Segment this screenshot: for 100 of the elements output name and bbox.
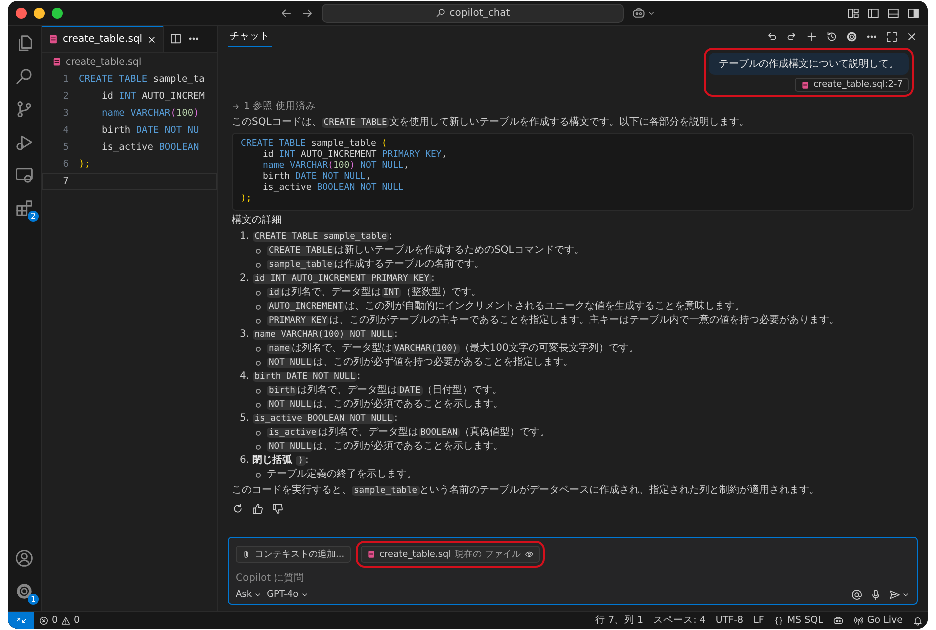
language-mode[interactable]: MS SQL [769, 612, 828, 629]
bullet-icon [256, 263, 261, 268]
chat-tab[interactable]: チャット [228, 27, 272, 47]
microphone-icon[interactable] [870, 589, 882, 601]
forward-arrow-icon[interactable] [301, 6, 314, 20]
line-ending-setting[interactable]: LF [748, 612, 770, 629]
remote-icon [16, 615, 26, 626]
list-item-text: NOT NULL は、この列が必ず値を持つ必要があることを指定します。 [267, 356, 574, 370]
list-item-heading: 2. id INT AUTO_INCREMENT PRIMARY KEY : [240, 272, 436, 286]
count-badge: 2 [28, 211, 39, 222]
command-search-field[interactable]: copilot_chat [322, 4, 624, 22]
copilot-icon [833, 615, 844, 626]
bullet-icon [256, 389, 261, 394]
bullet-icon [256, 473, 261, 478]
extensions-icon[interactable] [15, 199, 34, 218]
cursor-position[interactable]: 行 7、列 1 [590, 612, 649, 629]
list-item-text: NOT NULL は、この列が必須であることを示します。 [267, 398, 504, 412]
response-paragraph: このコードを実行すると、 sample_table という名前のテーブルがデータベースに作成され、指定された列と制約が適用されます。 [232, 484, 821, 498]
list-item-text: PRIMARY KEY は、この列がテーブルの主キーであることを指定します。主キーはテーブル内で一意の値を持つ必要があります。 [267, 314, 840, 328]
chevron-right-icon [232, 102, 240, 110]
go-live-button[interactable]: Go Live [849, 612, 908, 629]
file-icon [48, 34, 59, 45]
list-item-text: CREATE TABLE は新しいテーブルを作成するためのSQLコマンドです。 [267, 244, 584, 258]
close-window-button[interactable] [16, 8, 27, 18]
layout-icon[interactable] [847, 6, 860, 20]
chevron-down-icon[interactable] [902, 591, 910, 599]
bullet-icon [256, 305, 261, 310]
code-line: ); [79, 159, 90, 170]
send-icon[interactable] [889, 589, 901, 601]
code-line: id INT AUTO_INCREM [101, 91, 205, 102]
source-control-icon[interactable] [15, 100, 34, 119]
bullet-icon [256, 319, 261, 324]
code-line: is_active BOOLEAN NOT NULL [262, 183, 405, 194]
bullet-icon [256, 403, 261, 408]
undo-icon[interactable] [766, 31, 778, 43]
close-icon[interactable] [906, 31, 918, 43]
zoom-window-button[interactable] [52, 8, 63, 18]
bullet-icon [256, 249, 261, 254]
list-item-heading: 1. CREATE TABLE sample_table : [240, 230, 394, 244]
model-dropdown[interactable]: GPT-4o [267, 590, 309, 600]
code-line: birth DATE NOT NU [101, 125, 200, 136]
encoding-setting[interactable]: UTF-8 [710, 612, 749, 629]
line-number: 3 [62, 108, 70, 119]
warning-icon [61, 616, 72, 626]
file-icon [52, 57, 62, 67]
chevron-down-icon [254, 591, 262, 599]
mode-dropdown[interactable]: Ask [236, 590, 262, 600]
run-debug-icon[interactable] [15, 133, 34, 152]
redo-icon[interactable] [786, 31, 798, 43]
file-icon [800, 80, 810, 90]
thumbs-up-icon[interactable] [252, 503, 264, 515]
list-item-heading: 4. birth DATE NOT NULL : [240, 370, 362, 384]
list-item-text: name は列名で、データ型は VARCHAR(100) （最大100文字の可変長文字列）です。 [267, 342, 639, 356]
line-number: 4 [62, 125, 70, 136]
add-context-button[interactable]: コンテキストの追加... [236, 546, 351, 563]
list-item-text: id は列名で、データ型は INT （整数型）です。 [267, 286, 482, 300]
paperclip-icon [242, 550, 251, 559]
panel-toggle-icon[interactable] [887, 6, 900, 20]
bullet-icon [256, 431, 261, 436]
references-toggle[interactable]: 1 参照 使用済み [232, 100, 914, 113]
history-icon[interactable] [826, 31, 838, 43]
sidebar-toggle-icon[interactable] [867, 6, 880, 20]
mention-icon[interactable] [851, 589, 863, 601]
remote-explorer-icon[interactable] [15, 166, 34, 185]
file-reference-chip[interactable]: create_table.sql:2-7 [794, 78, 909, 92]
code-line: CREATE TABLE sample_table ( [241, 139, 388, 150]
account-icon[interactable] [15, 549, 34, 568]
code-line: CREATE TABLE sample_ta [79, 74, 205, 85]
list-item-text: sample_table は作成するテーブルの名前です。 [267, 258, 485, 272]
list-item-text: is_active は列名で、データ型は BOOLEAN （真偽値型）です。 [267, 426, 550, 440]
file-icon [366, 550, 376, 559]
response-paragraph: このSQLコードは、 CREATE TABLE 文を使用して新しいテーブルを作成する構文です。以下に各部分を説明します。 [232, 116, 750, 130]
retry-icon[interactable] [232, 503, 244, 515]
line-number: 5 [62, 142, 70, 153]
problems-button[interactable]: 0 0 [34, 612, 86, 629]
remote-button[interactable] [8, 612, 34, 629]
minimize-window-button[interactable] [34, 8, 45, 18]
settings-icon[interactable] [15, 582, 34, 601]
indentation-setting[interactable]: スペース: 4 [648, 612, 711, 629]
breadcrumb[interactable]: create_table.sql [42, 53, 217, 71]
secondary-sidebar-icon[interactable] [907, 6, 920, 20]
code-line: is_active BOOLEAN [101, 142, 200, 153]
bullet-icon [256, 347, 261, 352]
editor-tab[interactable]: create_table.sql [42, 26, 164, 52]
code-line: id INT AUTO_INCREMENT PRIMARY KEY, [262, 150, 448, 161]
close-icon[interactable] [146, 34, 157, 44]
list-item-text: birth は列名で、データ型は DATE （日付型）です。 [267, 384, 503, 398]
copilot-icon[interactable] [632, 6, 646, 20]
back-arrow-icon[interactable] [280, 6, 293, 20]
split-editor-icon[interactable] [170, 33, 182, 45]
list-item-text: AUTO_INCREMENT は、この列が自動的にインクリメントされるユニークな値を生成することを意味します。 [267, 300, 746, 314]
maximize-icon[interactable] [886, 31, 898, 43]
new-chat-icon[interactable] [806, 31, 818, 43]
code-line: ); [241, 194, 253, 205]
chat-input-field[interactable]: Copilot に質問 [236, 571, 910, 586]
search-icon[interactable] [15, 67, 34, 86]
thumbs-down-icon[interactable] [272, 503, 284, 515]
current-file-chip[interactable]: create_table.sql 現在の ファイル [360, 546, 540, 563]
broadcast-icon [854, 616, 864, 626]
settings-icon[interactable] [846, 31, 858, 43]
